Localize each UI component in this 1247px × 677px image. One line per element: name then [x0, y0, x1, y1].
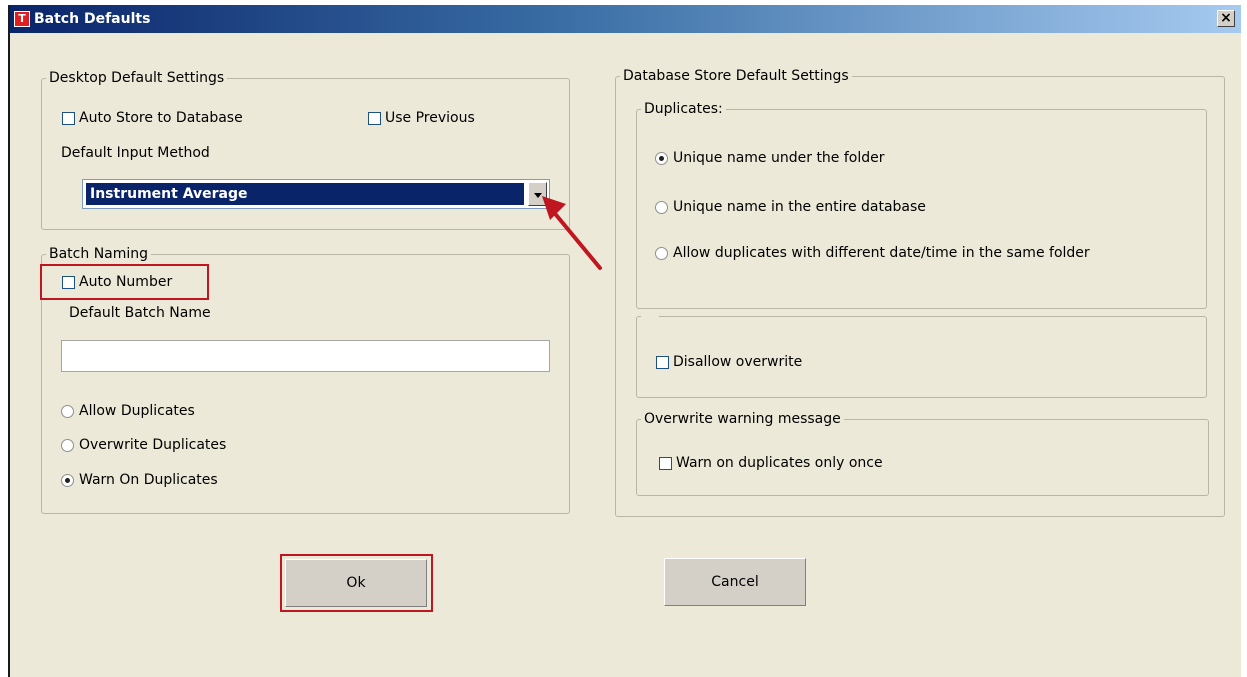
- app-icon: T: [14, 11, 30, 27]
- disallow-overwrite-checkbox[interactable]: Disallow overwrite: [656, 354, 802, 370]
- warn-once-label: Warn on duplicates only once: [676, 455, 883, 471]
- cancel-button[interactable]: Cancel: [664, 558, 806, 606]
- allow-duplicates-label: Allow Duplicates: [79, 403, 195, 419]
- overwrite-duplicates-radio[interactable]: Overwrite Duplicates: [61, 437, 226, 453]
- unique-entire-database-label: Unique name in the entire database: [673, 199, 926, 215]
- dropdown-selected-value: Instrument Average: [86, 183, 524, 205]
- radio-icon[interactable]: [655, 200, 668, 214]
- allow-duplicates-radio[interactable]: Allow Duplicates: [61, 403, 195, 419]
- radio-selected-icon[interactable]: [655, 151, 668, 165]
- checkbox-icon[interactable]: [656, 355, 669, 369]
- warn-on-duplicates-radio[interactable]: Warn On Duplicates: [61, 472, 218, 488]
- ok-button-highlight: [280, 554, 433, 612]
- checkbox-icon[interactable]: [659, 456, 672, 470]
- window-title: Batch Defaults: [34, 11, 151, 27]
- unique-entire-database-radio[interactable]: Unique name in the entire database: [655, 199, 926, 215]
- allow-duplicates-date-time-label: Allow duplicates with different date/tim…: [673, 245, 1090, 261]
- warn-once-checkbox[interactable]: Warn on duplicates only once: [659, 455, 883, 471]
- desktop-default-settings-legend: Desktop Default Settings: [49, 70, 225, 86]
- use-previous-checkbox[interactable]: Use Previous: [368, 110, 475, 126]
- checkbox-icon[interactable]: [62, 111, 75, 125]
- duplicates-legend: Duplicates:: [644, 101, 723, 117]
- close-button[interactable]: ×: [1217, 10, 1235, 27]
- allow-duplicates-date-time-radio[interactable]: Allow duplicates with different date/tim…: [655, 245, 1090, 261]
- radio-icon[interactable]: [655, 246, 668, 260]
- overwrite-warning-group: Overwrite warning message: [636, 411, 1209, 496]
- batch-naming-legend: Batch Naming: [49, 246, 149, 262]
- overwrite-duplicates-label: Overwrite Duplicates: [79, 437, 227, 453]
- auto-store-checkbox[interactable]: Auto Store to Database: [62, 110, 243, 126]
- disallow-overwrite-label: Disallow overwrite: [673, 354, 803, 370]
- default-input-method-label: Default Input Method: [61, 145, 210, 161]
- checkbox-icon[interactable]: [368, 111, 381, 125]
- red-arrow-annotation: [542, 196, 602, 270]
- title-bar: T Batch Defaults ×: [10, 5, 1241, 33]
- default-input-method-dropdown[interactable]: Instrument Average: [82, 179, 550, 209]
- overwrite-warning-legend: Overwrite warning message: [644, 411, 841, 427]
- unique-under-folder-radio[interactable]: Unique name under the folder: [655, 150, 885, 166]
- radio-selected-icon[interactable]: [61, 473, 74, 487]
- unique-under-folder-label: Unique name under the folder: [673, 150, 885, 166]
- warn-on-duplicates-label: Warn On Duplicates: [79, 472, 218, 488]
- use-previous-label: Use Previous: [385, 110, 475, 126]
- radio-icon[interactable]: [61, 404, 74, 418]
- auto-store-label: Auto Store to Database: [79, 110, 243, 126]
- radio-icon[interactable]: [61, 438, 74, 452]
- auto-number-highlight: [40, 264, 209, 300]
- default-batch-name-input[interactable]: [61, 340, 550, 372]
- database-store-settings-legend: Database Store Default Settings: [623, 68, 849, 84]
- default-batch-name-label: Default Batch Name: [69, 305, 211, 321]
